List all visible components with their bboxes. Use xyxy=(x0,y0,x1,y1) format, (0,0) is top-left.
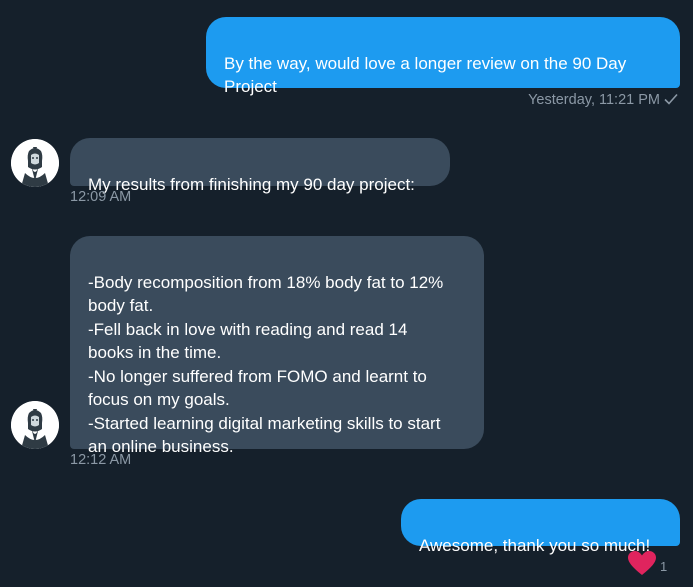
message-text: My results from finishing my 90 day proj… xyxy=(88,174,415,194)
message-timestamp: 12:09 AM xyxy=(70,189,131,205)
timestamp-text: 12:12 AM xyxy=(70,452,132,468)
timestamp-text: Yesterday, 11:21 PM xyxy=(528,92,660,108)
timestamp-text: 12:09 AM xyxy=(70,189,132,205)
heart-icon xyxy=(628,551,656,582)
message-text: By the way, would love a longer review o… xyxy=(224,53,627,97)
message-timestamp: Yesterday, 11:21 PM xyxy=(528,92,678,109)
reaction-count: 1 xyxy=(660,559,668,574)
check-icon xyxy=(664,93,678,109)
outgoing-message-bubble[interactable]: By the way, would love a longer review o… xyxy=(206,17,680,96)
message-text: Awesome, thank you so much! xyxy=(419,535,651,555)
message-text: -Body recomposition from 18% body fat to… xyxy=(88,272,444,457)
dm-conversation: By the way, would love a longer review o… xyxy=(0,0,693,587)
samurai-avatar-icon xyxy=(11,401,59,449)
incoming-message-bubble[interactable]: -Body recomposition from 18% body fat to… xyxy=(70,236,484,456)
message-timestamp: 12:12 AM xyxy=(70,452,131,468)
incoming-message-bubble[interactable]: My results from finishing my 90 day proj… xyxy=(70,138,450,194)
outgoing-message-bubble[interactable]: Awesome, thank you so much! xyxy=(401,499,680,555)
contact-avatar[interactable] xyxy=(11,139,59,187)
samurai-avatar-icon xyxy=(11,139,59,187)
message-reaction[interactable]: 1 xyxy=(628,551,667,582)
contact-avatar[interactable] xyxy=(11,401,59,449)
